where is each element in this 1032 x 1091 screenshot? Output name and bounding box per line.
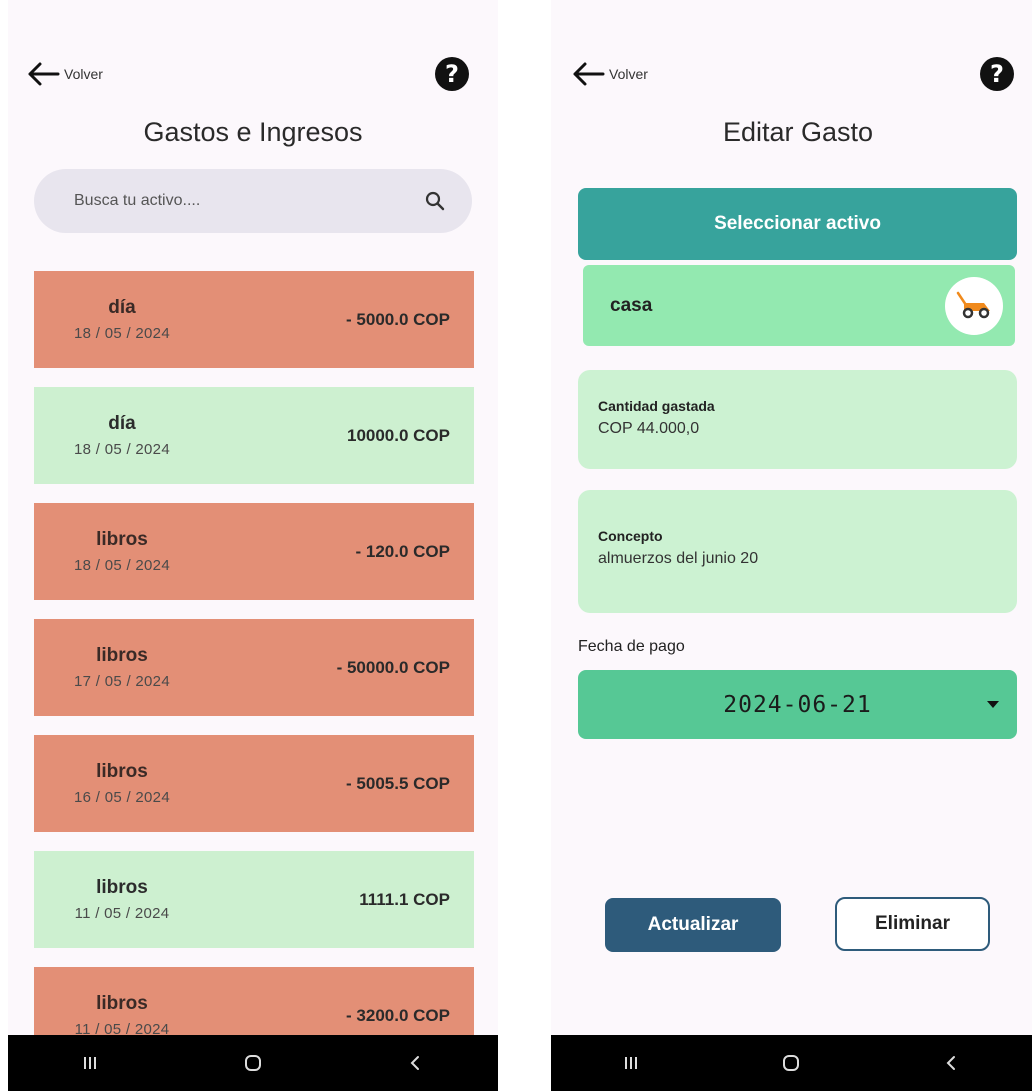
amount-field[interactable]: Cantidad gastada COP 44.000,0 [578, 370, 1017, 469]
transaction-amount: - 3200.0 COP [346, 1005, 450, 1025]
transaction-date: 18 / 05 / 2024 [74, 557, 170, 574]
transaction-name: día [108, 413, 136, 434]
page-title: Gastos e Ingresos [143, 117, 363, 147]
concept-value: almuerzos del junio 20 [598, 550, 759, 567]
payment-date-dropdown[interactable]: 2024-06-21 [578, 670, 1017, 739]
arrow-left-icon [573, 62, 605, 86]
back-button[interactable]: Volver [26, 60, 103, 88]
back-nav-icon[interactable] [937, 1048, 967, 1078]
transaction-amount: 10000.0 COP [346, 425, 450, 445]
search-bar [34, 169, 472, 233]
recent-apps-icon[interactable] [75, 1048, 105, 1078]
transaction-name: libros [96, 761, 148, 782]
transaction-amount: - 5005.5 COP [346, 773, 450, 793]
lawn-mower-icon [945, 276, 1003, 335]
transaction-amount: - 50000.0 COP [336, 657, 450, 677]
transaction-date: 17 / 05 / 2024 [74, 673, 170, 690]
concept-field[interactable]: Concepto almuerzos del junio 20 [578, 490, 1017, 613]
help-icon[interactable]: ? [435, 57, 469, 91]
back-label: Volver [64, 66, 103, 82]
transaction-amount: - 5000.0 COP [346, 309, 450, 329]
page-title: Editar Gasto [722, 117, 874, 147]
selected-asset[interactable]: casa [583, 265, 1015, 346]
search-input[interactable] [74, 192, 394, 210]
transaction-row[interactable]: libros 16 / 05 / 2024 - 5005.5 COP [34, 735, 474, 832]
transaction-row[interactable]: día 18 / 05 / 2024 10000.0 COP [34, 387, 474, 484]
transaction-amount: - 120.0 COP [355, 541, 451, 561]
caret-down-icon [987, 701, 999, 708]
help-icon[interactable]: ? [980, 57, 1014, 91]
concept-label: Concepto [598, 528, 663, 544]
transaction-date: 11 / 05 / 2024 [74, 905, 170, 922]
select-asset-button[interactable]: Seleccionar activo [578, 188, 1017, 260]
transaction-date: 18 / 05 / 2024 [74, 441, 170, 458]
asset-name: casa [610, 294, 653, 316]
home-icon[interactable] [776, 1048, 806, 1078]
transaction-row[interactable]: libros 17 / 05 / 2024 - 50000.0 COP [34, 619, 474, 716]
transaction-row[interactable]: libros 18 / 05 / 2024 - 120.0 COP [34, 503, 474, 600]
transaction-date: 18 / 05 / 2024 [74, 325, 170, 342]
amount-value: COP 44.000,0 [598, 420, 700, 437]
system-nav-bar [8, 1035, 498, 1091]
home-icon[interactable] [238, 1048, 268, 1078]
back-nav-icon[interactable] [401, 1048, 431, 1078]
system-nav-bar [551, 1035, 1032, 1091]
delete-button[interactable]: Eliminar [835, 897, 990, 951]
payment-date-value: 2024-06-21 [723, 691, 872, 718]
transaction-name: libros [96, 877, 148, 898]
transactions-screen: Volver ? Gastos e Ingresos día 18 / 05 /… [8, 0, 498, 1091]
transaction-row[interactable]: día 18 / 05 / 2024 - 5000.0 COP [34, 271, 474, 368]
transaction-amount: 1111.1 COP [359, 889, 450, 909]
back-button[interactable]: Volver [571, 60, 648, 88]
update-button[interactable]: Actualizar [605, 898, 781, 952]
back-label: Volver [609, 66, 648, 82]
edit-expense-screen: Volver ? Editar Gasto Seleccionar activo… [551, 0, 1032, 1091]
search-icon[interactable] [424, 190, 446, 212]
payment-date-label: Fecha de pago [578, 638, 685, 655]
transaction-name: libros [96, 645, 148, 666]
transaction-name: libros [96, 993, 148, 1014]
transaction-date: 16 / 05 / 2024 [74, 789, 170, 806]
transaction-name: libros [96, 529, 148, 550]
recent-apps-icon[interactable] [616, 1048, 646, 1078]
amount-label: Cantidad gastada [598, 398, 715, 414]
arrow-left-icon [28, 62, 60, 86]
transaction-name: día [108, 297, 136, 318]
transaction-row[interactable]: libros 11 / 05 / 2024 1111.1 COP [34, 851, 474, 948]
